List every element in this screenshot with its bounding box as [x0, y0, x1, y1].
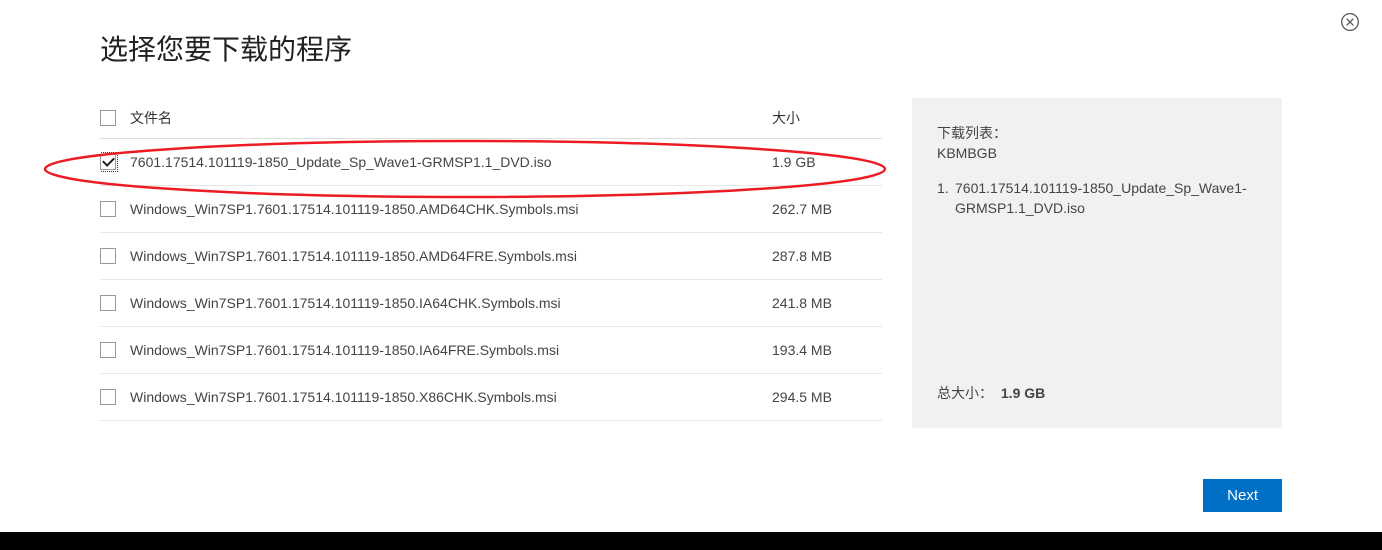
table-row: Windows_Win7SP1.7601.17514.101119-1850.I…	[100, 280, 882, 327]
page-title: 选择您要下载的程序	[100, 28, 1282, 68]
total-size-row: 总大小： 1.9 GB	[937, 383, 1257, 403]
file-checkbox[interactable]	[100, 295, 116, 311]
file-size: 294.5 MB	[772, 389, 882, 405]
table-row: Windows_Win7SP1.7601.17514.101119-1850.I…	[100, 327, 882, 374]
file-checkbox[interactable]	[100, 389, 116, 405]
list-item-number: 1.	[937, 179, 955, 218]
close-button[interactable]	[1338, 10, 1362, 34]
download-list-label: 下载列表：	[937, 123, 1257, 143]
next-button[interactable]: Next	[1203, 479, 1282, 512]
download-list-item: 1.7601.17514.101119-1850_Update_Sp_Wave1…	[937, 179, 1257, 218]
file-name: Windows_Win7SP1.7601.17514.101119-1850.X…	[130, 389, 772, 405]
file-list[interactable]: 7601.17514.101119-1850_Update_Sp_Wave1-G…	[100, 139, 882, 449]
file-name: 7601.17514.101119-1850_Update_Sp_Wave1-G…	[130, 154, 772, 170]
table-row: 7601.17514.101119-1850_Update_Sp_Wave1-G…	[100, 139, 882, 186]
file-name: Windows_Win7SP1.7601.17514.101119-1850.I…	[130, 295, 772, 311]
table-row: Windows_Win7SP1.7601.17514.101119-1850.A…	[100, 233, 882, 280]
file-size: 287.8 MB	[772, 248, 882, 264]
file-size: 193.4 MB	[772, 342, 882, 358]
bottom-bar	[0, 532, 1382, 550]
select-all-checkbox[interactable]	[100, 110, 116, 126]
file-name: Windows_Win7SP1.7601.17514.101119-1850.I…	[130, 342, 772, 358]
file-name: Windows_Win7SP1.7601.17514.101119-1850.A…	[130, 248, 772, 264]
file-selection-panel: 文件名 大小 7601.17514.101119-1850_Update_Sp_…	[100, 98, 882, 449]
column-header-filename: 文件名	[130, 108, 772, 128]
file-checkbox[interactable]	[100, 201, 116, 217]
file-name: Windows_Win7SP1.7601.17514.101119-1850.A…	[130, 201, 772, 217]
table-header: 文件名 大小	[100, 98, 882, 139]
table-row: Windows_Win7SP1.7601.17514.101119-1850.A…	[100, 186, 882, 233]
file-size: 1.9 GB	[772, 154, 882, 170]
file-checkbox[interactable]	[100, 342, 116, 358]
list-item-name: 7601.17514.101119-1850_Update_Sp_Wave1-G…	[955, 179, 1257, 218]
total-size-value: 1.9 GB	[1001, 385, 1045, 401]
table-row: Windows_Win7SP1.7601.17514.101119-1850.X…	[100, 374, 882, 421]
column-header-size: 大小	[772, 108, 882, 128]
download-summary-panel: 下载列表： KBMBGB 1.7601.17514.101119-1850_Up…	[912, 98, 1282, 428]
download-list-units: KBMBGB	[937, 145, 1257, 161]
file-checkbox[interactable]	[100, 248, 116, 264]
file-size: 241.8 MB	[772, 295, 882, 311]
file-checkbox[interactable]	[100, 154, 116, 170]
total-size-label: 总大小：	[937, 385, 993, 401]
file-size: 262.7 MB	[772, 201, 882, 217]
close-icon	[1340, 12, 1360, 32]
